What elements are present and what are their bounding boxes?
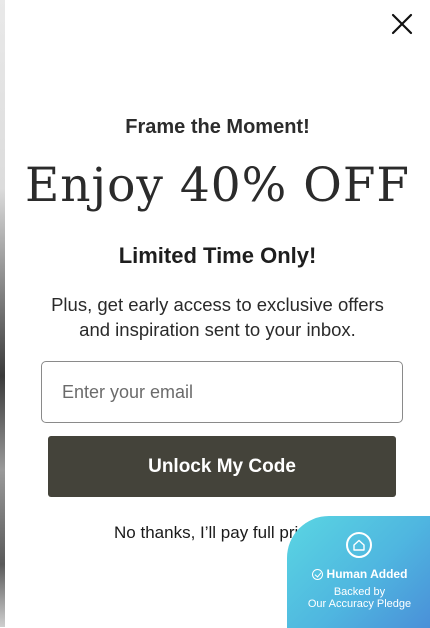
badge-title-label: Human Added — [326, 567, 408, 581]
body-copy: Plus, get early access to exclusive offe… — [51, 294, 384, 340]
unlock-code-button[interactable]: Unlock My Code — [48, 436, 396, 497]
eyebrow-text: Frame the Moment! — [125, 116, 310, 138]
subhead: Limited Time Only! — [118, 243, 317, 268]
badge-title: Human Added — [287, 567, 430, 581]
check-circle-icon — [311, 568, 323, 580]
house-icon — [346, 532, 372, 558]
accuracy-badge[interactable]: Human Added Backed by Our Accuracy Pledg… — [287, 516, 430, 628]
badge-line-2: Our Accuracy Pledge — [307, 598, 412, 610]
close-button[interactable] — [388, 10, 416, 38]
close-icon — [391, 13, 413, 35]
headline: Enjoy 40% OFF — [24, 158, 411, 213]
email-field[interactable] — [41, 361, 403, 423]
